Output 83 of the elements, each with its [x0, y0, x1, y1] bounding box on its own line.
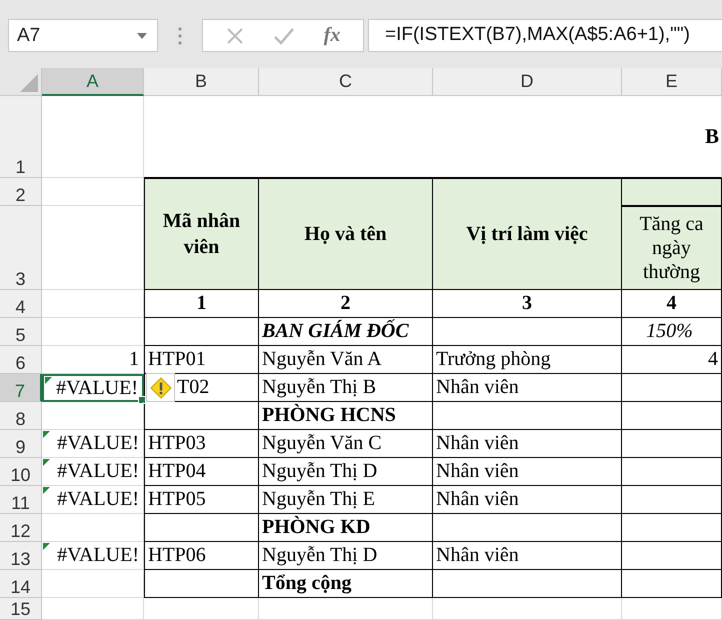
- total-label: Tổng cộng: [262, 572, 352, 595]
- table-cell[interactable]: [42, 318, 144, 346]
- row-header[interactable]: 12: [0, 514, 42, 542]
- cancel-icon[interactable]: [226, 26, 244, 44]
- employee-id: HTP05: [148, 488, 206, 511]
- table-cell[interactable]: [42, 402, 144, 430]
- job-position: Nhân viên: [436, 544, 519, 567]
- error-warning-button[interactable]: [146, 373, 175, 402]
- employee-name: Nguyễn Thị D: [262, 544, 378, 567]
- check-icon[interactable]: [272, 26, 295, 44]
- employee-name: Nguyễn Thị E: [262, 488, 375, 511]
- column-title: Họ và tên: [304, 222, 387, 247]
- error-indicator-icon[interactable]: [43, 459, 50, 466]
- row-index: #VALUE!: [57, 432, 139, 455]
- employee-name: Nguyễn Văn A: [262, 348, 382, 371]
- column-header[interactable]: E: [622, 68, 722, 96]
- job-position: Nhân viên: [436, 432, 519, 455]
- job-position: Nhân viên: [436, 488, 519, 511]
- row-header[interactable]: 13: [0, 542, 42, 570]
- error-indicator-icon[interactable]: [43, 487, 50, 494]
- employee-id: HTP04: [148, 460, 206, 483]
- row-index: 1: [129, 348, 139, 371]
- row-header[interactable]: 10: [0, 458, 42, 486]
- column-number: 3: [522, 292, 532, 315]
- table-cell[interactable]: [42, 514, 144, 542]
- table-cell[interactable]: #VALUE!: [42, 430, 144, 458]
- column-title: Tăng ca ngày thường: [638, 212, 704, 284]
- section-label: BAN GIÁM ĐỐC: [262, 320, 409, 343]
- row-header[interactable]: 8: [0, 402, 42, 430]
- job-position: Trưởng phòng: [436, 348, 551, 371]
- column-number: 1: [196, 292, 206, 315]
- section-label: PHÒNG HCNS: [262, 404, 396, 427]
- dropdown-caret-icon: [137, 32, 147, 38]
- column-header[interactable]: D: [433, 68, 622, 96]
- name-box[interactable]: A7: [8, 19, 158, 52]
- row-header[interactable]: 15: [0, 598, 42, 620]
- row-header[interactable]: 11: [0, 486, 42, 514]
- row-index: #VALUE!: [57, 488, 139, 511]
- formula-field[interactable]: =IF(ISTEXT(B7),MAX(A$5:A6+1),""): [368, 19, 722, 52]
- row-header[interactable]: 2: [0, 178, 42, 206]
- drag-handle-icon[interactable]: [178, 27, 182, 45]
- table-cell[interactable]: #VALUE!: [42, 374, 144, 402]
- row-header[interactable]: 1: [0, 96, 42, 178]
- column-header[interactable]: A: [42, 68, 144, 96]
- employee-name: Nguyễn Thị D: [262, 460, 378, 483]
- job-position: Nhân viên: [436, 460, 519, 483]
- overtime-value: 4: [708, 348, 718, 371]
- insert-function-button[interactable]: fx: [324, 24, 340, 47]
- sheet-title: B: [704, 124, 719, 149]
- table-cell[interactable]: [42, 570, 144, 598]
- employee-id: HTP06: [148, 544, 206, 567]
- employee-name: Nguyễn Thị B: [262, 376, 376, 399]
- row-index: #VALUE!: [56, 376, 138, 400]
- column-number: 4: [666, 292, 676, 315]
- job-position: Nhân viên: [436, 376, 519, 399]
- row-index: #VALUE!: [57, 460, 139, 483]
- section-label: PHÒNG KD: [262, 516, 370, 539]
- select-all-icon[interactable]: [20, 74, 38, 92]
- row-header[interactable]: 7: [0, 374, 42, 402]
- error-indicator-icon[interactable]: [43, 431, 50, 438]
- column-header[interactable]: C: [259, 68, 433, 96]
- table-cell[interactable]: #VALUE!: [42, 542, 144, 570]
- overtime-rate: 150%: [646, 320, 694, 343]
- error-indicator-icon[interactable]: [43, 543, 50, 550]
- column-title: Mã nhân viên: [162, 209, 242, 260]
- table-cell[interactable]: 1: [42, 346, 144, 374]
- employee-id: HTP03: [148, 432, 206, 455]
- row-header[interactable]: 5: [0, 318, 42, 346]
- row-header[interactable]: 4: [0, 290, 42, 318]
- employee-id: HTP01: [148, 348, 206, 371]
- row-index: #VALUE!: [57, 544, 139, 567]
- error-indicator-icon[interactable]: [45, 377, 52, 384]
- column-title: Vị trí làm việc: [466, 222, 588, 247]
- column-number: 2: [340, 292, 350, 315]
- row-header[interactable]: 9: [0, 430, 42, 458]
- row-header[interactable]: 6: [0, 346, 42, 374]
- employee-id: T02: [177, 376, 210, 399]
- column-header[interactable]: B: [144, 68, 259, 96]
- table-cell[interactable]: #VALUE!: [42, 486, 144, 514]
- employee-name: Nguyễn Văn C: [262, 432, 382, 455]
- row-header[interactable]: 3: [0, 206, 42, 290]
- table-cell[interactable]: #VALUE!: [42, 458, 144, 486]
- row-header[interactable]: 14: [0, 570, 42, 598]
